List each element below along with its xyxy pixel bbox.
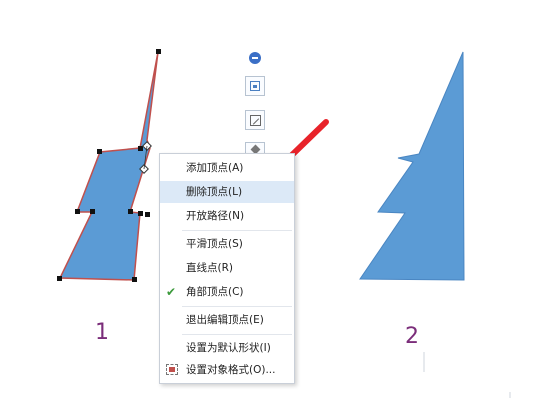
format-object-icon bbox=[166, 364, 178, 375]
result-tree-shape bbox=[359, 51, 465, 281]
minus-circle-icon[interactable] bbox=[249, 52, 261, 64]
menu-item-straight-point[interactable]: 直线点(R) bbox=[160, 257, 294, 279]
menu-item-add-vertex[interactable]: 添加顶点(A) bbox=[160, 157, 294, 179]
layout-options-icon[interactable] bbox=[245, 76, 265, 96]
menu-item-set-default-shape[interactable]: 设置为默认形状(I) bbox=[160, 337, 294, 359]
menu-item-format-object[interactable]: 设置对象格式(O)... bbox=[160, 359, 294, 381]
menu-separator bbox=[182, 306, 292, 307]
menu-separator bbox=[182, 334, 292, 335]
figure-label-2: 2 bbox=[405, 324, 419, 349]
menu-item-exit-edit-vertex[interactable]: 退出编辑顶点(E) bbox=[160, 309, 294, 331]
menu-item-delete-vertex[interactable]: 删除顶点(L) bbox=[160, 181, 294, 203]
figure-label-1: 1 bbox=[95, 320, 109, 345]
menu-item-smooth-vertex[interactable]: 平滑顶点(S) bbox=[160, 233, 294, 255]
context-menu: 添加顶点(A) 删除顶点(L) 开放路径(N) 平滑顶点(S) 直线点(R) ✔… bbox=[159, 153, 295, 384]
menu-item-open-path[interactable]: 开放路径(N) bbox=[160, 205, 294, 227]
menu-item-corner-vertex[interactable]: ✔ 角部顶点(C) bbox=[160, 281, 294, 303]
menu-separator bbox=[182, 230, 292, 231]
check-icon: ✔ bbox=[166, 285, 177, 299]
edit-shape-icon[interactable] bbox=[245, 110, 265, 130]
